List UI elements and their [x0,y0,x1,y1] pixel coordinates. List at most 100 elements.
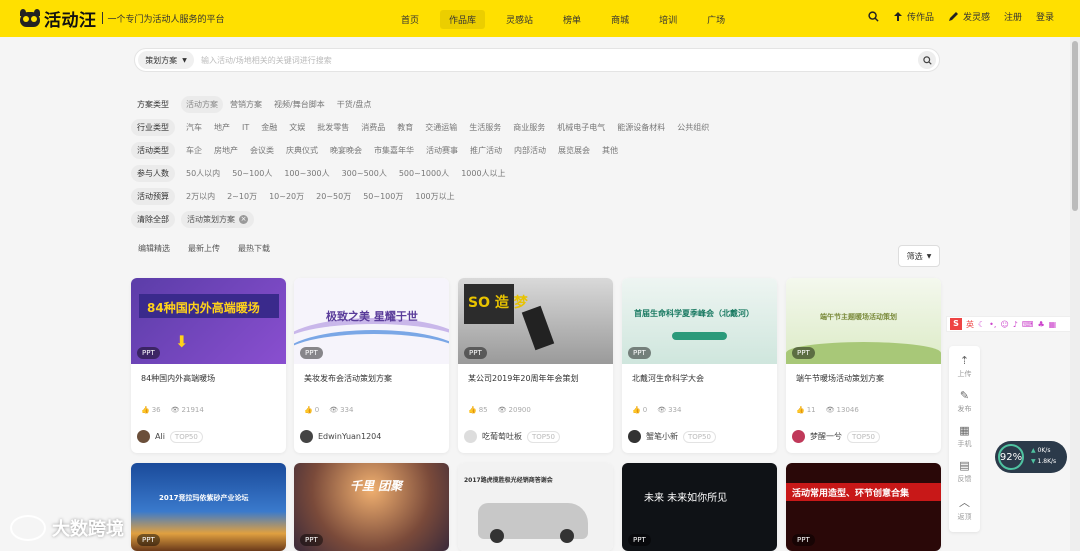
thumb-text: SO 造 梦 [468,295,528,311]
filter-option[interactable]: 机械电子电气 [552,119,610,136]
card-author[interactable]: EdwinYuan1204 [300,430,381,443]
filter-option[interactable]: 视频/舞台脚本 [269,96,330,113]
clear-all-button[interactable]: 清除全部 [131,210,175,228]
work-card[interactable]: 千里 团聚 PPT [294,463,449,551]
filter-option[interactable]: 文娱 [284,119,310,136]
filter-option[interactable]: 市集嘉年华 [369,142,419,159]
filter-option[interactable]: 晚宴晚会 [325,142,367,159]
filter-option[interactable]: 交通运输 [420,119,462,136]
avatar [137,430,150,443]
filter-option[interactable]: 10~20万 [264,188,309,205]
nav-works[interactable]: 作品库 [440,10,486,29]
side-tool-label: 手机 [957,440,972,448]
filter-option[interactable]: 展览展会 [553,142,595,159]
side-tool-label: 返顶 [957,513,972,521]
filter-option[interactable]: 1000人以上 [456,165,510,182]
work-card[interactable]: 2017路虎揽胜极光经销商答谢会 [458,463,613,551]
search-input[interactable]: 输入活动/场地相关的关键词进行搜索 [201,55,332,66]
filter-option[interactable]: 20~50万 [311,188,356,205]
work-card[interactable]: 首届生命科学夏季峰会（北戴河） PPT 北戴河生命科学大会 👍 0 👁 334 蟹笔… [622,278,777,453]
post-inspiration-button[interactable]: 发灵感 [948,10,990,23]
filter-option[interactable]: 2~10万 [222,188,262,205]
card-author[interactable]: 蟹笔小新 TOP50 [628,430,716,443]
filter-option[interactable]: 500~1000人 [394,165,454,182]
card-author[interactable]: 梦醒一兮 TOP50 [792,430,880,443]
filter-option[interactable]: IT [237,120,254,135]
active-filter-chip[interactable]: 活动策划方案 × [181,210,254,228]
side-feedback-button[interactable]: ▤ 反馈 [949,459,980,484]
filter-option[interactable]: 100万以上 [410,188,459,205]
filter-option[interactable]: 300~500人 [337,165,392,182]
filter-option[interactable]: 50人以内 [181,165,225,182]
side-mobile-button[interactable]: ▦ 手机 [949,424,980,449]
filter-option[interactable]: 推广活动 [465,142,507,159]
upload-icon [893,12,902,21]
work-card[interactable]: 极致之美 星耀于世 PPT 美妆发布会活动策划方案 👍 0 👁 334 EdwinY… [294,278,449,453]
filter-option[interactable]: 50~100人 [227,165,277,182]
nav-inspiration[interactable]: 灵感站 [497,10,542,29]
work-card[interactable]: 端午节主题暖场活动策划 PPT 端午节暖场活动策划方案 👍 11 👁 13046 梦… [786,278,941,453]
page-scrollbar[interactable] [1070,37,1080,551]
filter-option[interactable]: 营销方案 [225,96,267,113]
nav-ranking[interactable]: 榜单 [554,10,590,29]
sort-editor-pick[interactable]: 编辑精选 [138,243,170,254]
filter-option[interactable]: 干货/盘点 [332,96,377,113]
filter-option[interactable]: 车企 [181,142,207,159]
card-thumbnail: 端午节主题暖场活动策划 PPT [786,278,941,364]
sort-hot[interactable]: 最热下载 [238,243,270,254]
filter-option[interactable]: 教育 [392,119,418,136]
filter-option[interactable]: 金融 [256,119,282,136]
filter-option[interactable]: 活动赛事 [421,142,463,159]
search-icon[interactable] [868,11,879,22]
nav-home[interactable]: 首页 [392,10,428,29]
filter-option[interactable]: 50~100万 [358,188,408,205]
filter-option[interactable]: 庆典仪式 [281,142,323,159]
nav-training[interactable]: 培训 [650,10,686,29]
filter-dropdown-button[interactable]: 筛选 ▼ [898,245,940,267]
card-author[interactable]: 吃葡萄吐板 TOP50 [464,430,560,443]
filter-option[interactable]: 2万以内 [181,188,220,205]
side-back-top-button[interactable]: ︿ 返顶 [949,494,980,522]
filter-option[interactable]: 会议类 [245,142,279,159]
filter-option[interactable]: 100~300人 [279,165,334,182]
search-category-select[interactable]: 策划方案 ▼ [138,51,194,69]
filter-option[interactable]: 能源设备材料 [612,119,670,136]
close-icon[interactable]: × [239,214,248,224]
ime-toolbar[interactable]: S 英 ☾ •, ☺ ♪ ⌨ ♣ ▦ [946,316,1080,332]
login-link[interactable]: 登录 [1036,10,1054,23]
chevron-up-icon: ︿ [959,496,970,509]
filter-option[interactable]: 批发零售 [312,119,354,136]
sort-latest[interactable]: 最新上传 [188,243,220,254]
side-post-button[interactable]: ✎ 发布 [949,389,980,414]
work-card[interactable]: SO 造 梦 PPT 某公司2019年20周年年会策划 👍 85 👁 20900 吃… [458,278,613,453]
upload-works-button[interactable]: 传作品 [893,10,934,23]
filter-option[interactable]: 地产 [209,119,235,136]
filter-option[interactable]: 其他 [597,142,623,159]
filter-option[interactable]: 汽车 [181,119,207,136]
filter-option[interactable]: 活动方案 [181,95,223,113]
card-author[interactable]: Ali TOP50 [137,430,203,443]
pen-icon: ✎ [959,389,970,402]
nav-shop[interactable]: 商城 [602,10,638,29]
work-card[interactable]: 活动常用造型、环节创意合集 PPT [786,463,941,551]
work-card[interactable]: 84种国内外高端暖场 ⬇ PPT 84种国内外高端暖场 👍 36 👁 21914 A… [131,278,286,453]
eye-icon: 👁 [657,406,667,414]
filter-option[interactable]: 房地产 [209,142,243,159]
thumb-text: 2017路虎揽胜极光经销商答谢会 [464,477,553,484]
card-stats: 👍 36 👁 21914 [141,406,204,414]
filter-option[interactable]: 消费品 [356,119,390,136]
nav-square[interactable]: 广场 [698,10,734,29]
filter-option[interactable]: 内部活动 [509,142,551,159]
work-card[interactable]: 2017竞拉玛依紫砂产业论坛 PPT [131,463,286,551]
search-submit-button[interactable] [918,51,936,69]
scrollbar-thumb[interactable] [1072,41,1078,211]
network-speed-widget[interactable]: 92% ▲ 0K/s ▼ 1.8K/s [995,441,1067,473]
card-thumbnail: 2017竞拉玛依紫砂产业论坛 PPT [131,463,286,551]
side-upload-button[interactable]: ⇡ 上传 [949,354,980,379]
filter-option[interactable]: 商业服务 [508,119,550,136]
filter-option[interactable]: 生活服务 [464,119,506,136]
filter-option[interactable]: 公共组织 [672,119,714,136]
logo[interactable]: 活动汪 一个专门为活动人服务的平台 [18,7,225,31]
register-link[interactable]: 注册 [1004,10,1022,23]
work-card[interactable]: 未来 未来如你所见 PPT [622,463,777,551]
